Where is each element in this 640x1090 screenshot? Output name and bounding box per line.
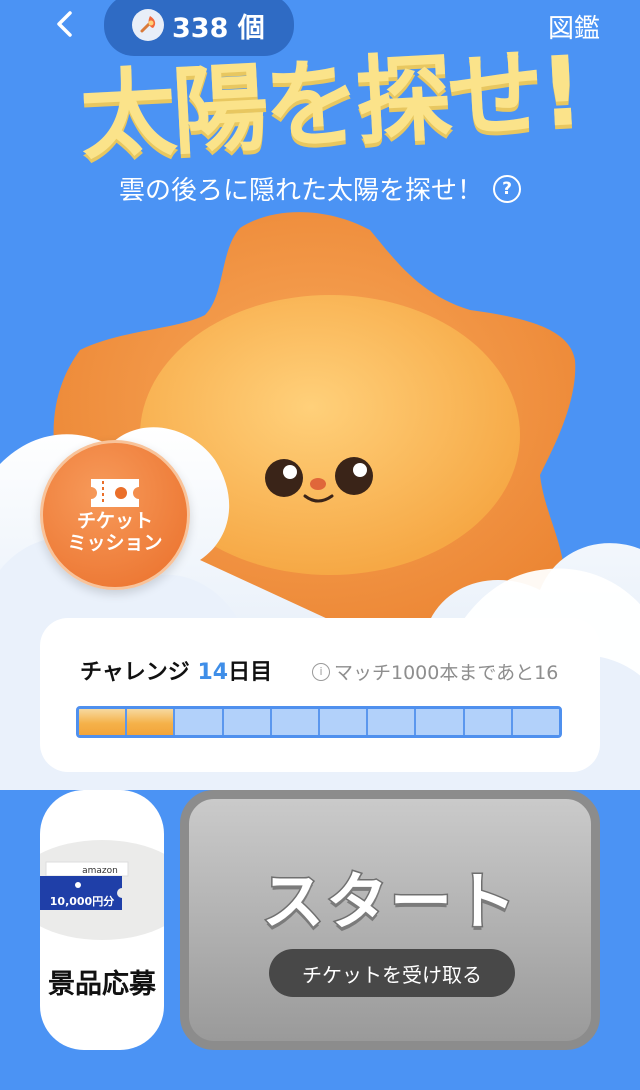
subtitle: 雲の後ろに隠れた太陽を探せ！ ?: [60, 170, 580, 207]
progress-segment: [512, 709, 559, 735]
challenge-title: チャレンジ 14日目: [80, 654, 272, 686]
gift-amount: 10,000円分: [49, 895, 115, 908]
back-button[interactable]: [46, 6, 82, 42]
page-title: 太陽を探せ!: [77, 34, 583, 174]
ticket-mission-button[interactable]: チケット ミッション: [40, 440, 190, 590]
amazon-text: amazon: [82, 866, 118, 876]
ticket-icon: [91, 479, 139, 508]
progress-segment: [175, 709, 224, 735]
mission-label-1: チケット: [76, 510, 153, 533]
progress-segment-done: [127, 709, 176, 735]
challenge-note: i マッチ1000本まであと16: [312, 658, 558, 685]
match-icon: [132, 9, 164, 41]
subtitle-text: 雲の後ろに隠れた太陽を探せ！: [118, 176, 483, 206]
challenge-day: 14: [197, 660, 229, 685]
question-icon[interactable]: ?: [493, 174, 521, 203]
match-counter[interactable]: 338 個: [104, 0, 294, 56]
challenge-label: チャレンジ: [80, 660, 190, 685]
challenge-note-text: マッチ1000本まであと16: [334, 662, 559, 684]
progress-segment: [271, 709, 321, 735]
challenge-day-suffix: 日目: [228, 660, 273, 685]
progress-segment: [416, 709, 465, 735]
chevron-left-icon: [57, 11, 72, 37]
mission-label-2: ミッション: [67, 532, 163, 554]
progress-segment: [223, 709, 272, 735]
gift-card-image: [40, 840, 164, 940]
receive-ticket-button[interactable]: チケットを受け取る: [269, 949, 515, 997]
progress-segment: [320, 709, 369, 735]
match-count: 338 個: [172, 12, 265, 44]
start-button[interactable]: スタート チケットを受け取る: [180, 790, 600, 1050]
start-label: スタート: [260, 864, 518, 940]
challenge-progress-bar: [76, 706, 562, 738]
progress-segment: [464, 709, 513, 735]
info-icon: i: [312, 662, 330, 681]
prize-label: 景品応募: [48, 969, 156, 1000]
challenge-card: チャレンジ 14日目 i マッチ1000本まであと16: [40, 618, 600, 772]
prize-entry-button[interactable]: amazon 10,000円分 景品応募: [40, 790, 164, 1050]
progress-segment-done: [79, 709, 128, 735]
progress-segment: [368, 709, 417, 735]
